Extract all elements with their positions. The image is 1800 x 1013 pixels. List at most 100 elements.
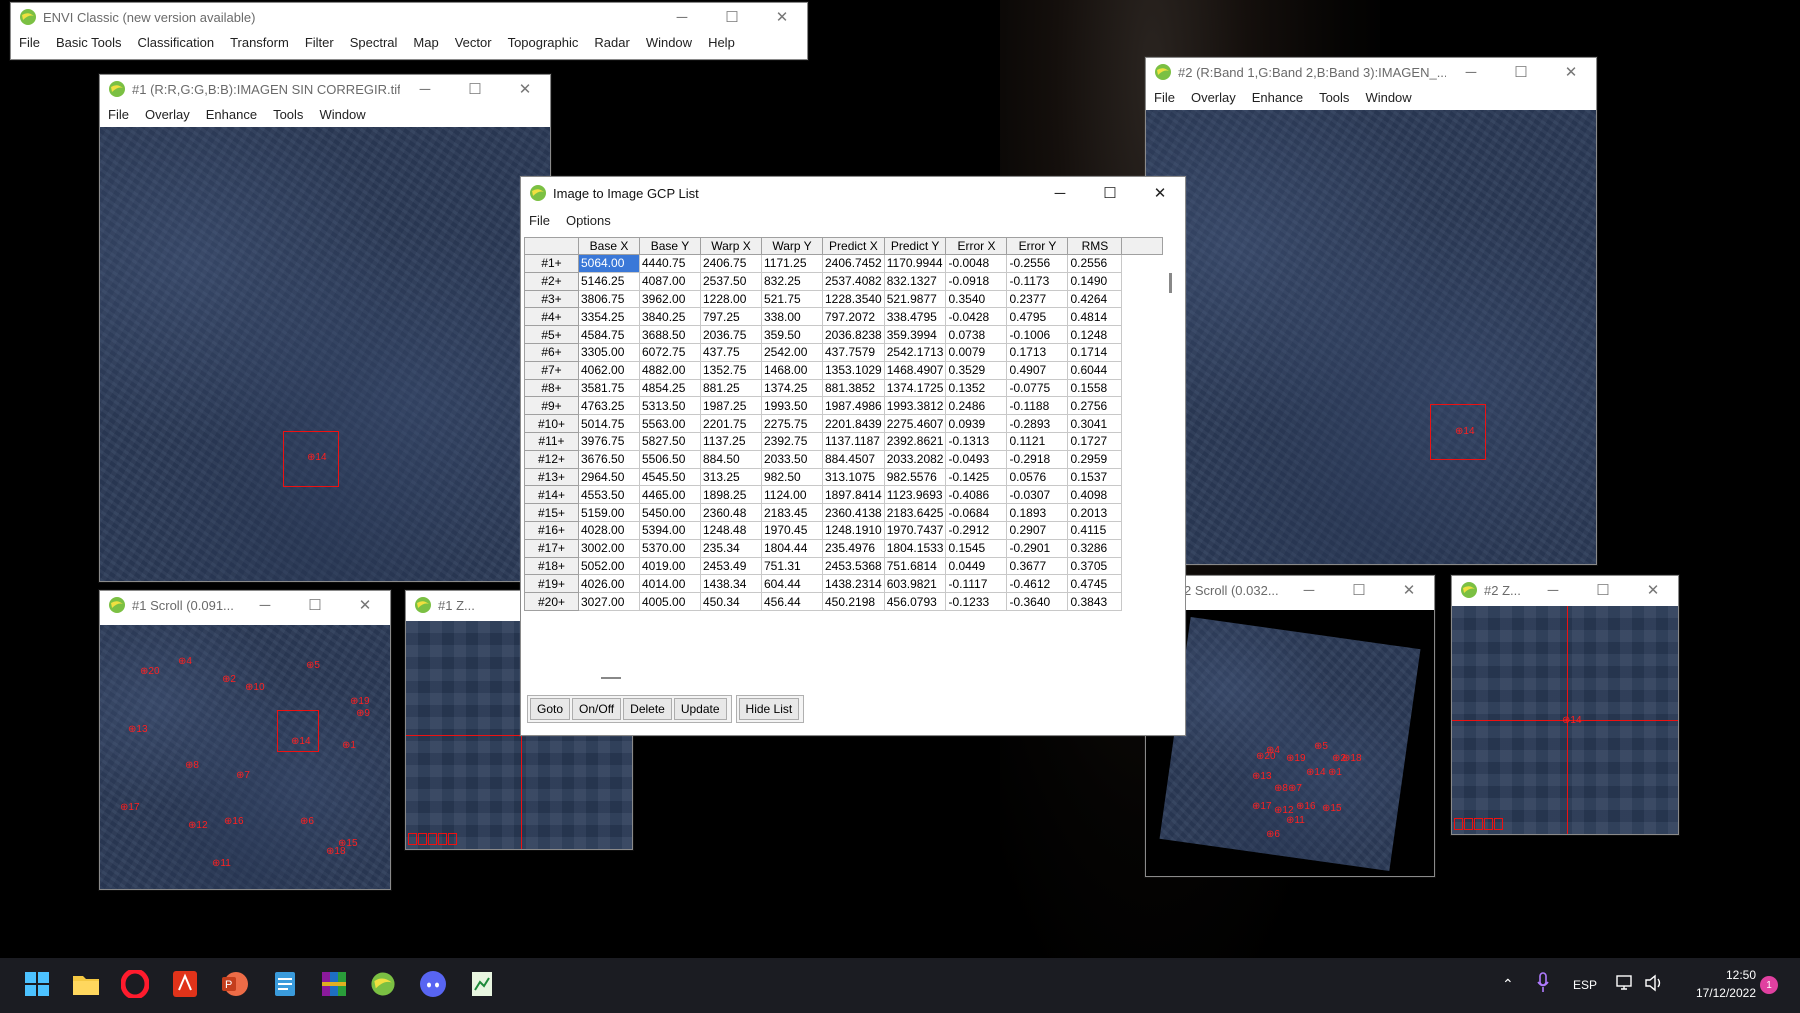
menu-overlay[interactable]: Overlay bbox=[1183, 90, 1244, 105]
delete-button[interactable]: Delete bbox=[623, 698, 672, 720]
table-cell[interactable]: 359.3994 bbox=[883, 325, 947, 344]
table-cell[interactable]: 2964.50 bbox=[578, 467, 640, 487]
table-cell[interactable]: 797.25 bbox=[700, 307, 762, 327]
row-header[interactable]: #16+ bbox=[524, 520, 579, 540]
table-cell[interactable]: 3354.25 bbox=[578, 307, 640, 327]
table-cell[interactable]: 1804.1533 bbox=[883, 538, 947, 558]
table-cell[interactable]: 1468.4907 bbox=[883, 360, 947, 380]
table-cell[interactable]: 1987.4986 bbox=[822, 396, 885, 416]
table-cell[interactable]: 2360.4138 bbox=[822, 503, 885, 522]
table-cell[interactable]: 1123.9693 bbox=[883, 485, 947, 505]
column-header[interactable]: Warp X bbox=[700, 237, 762, 255]
column-header[interactable]: Predict X bbox=[822, 237, 885, 255]
table-row[interactable]: #7+ 4062.00 4882.00 1352.75 1468.00 1353.1029… bbox=[524, 360, 1163, 380]
close-icon[interactable]: ✕ bbox=[340, 591, 390, 619]
table-cell[interactable]: 0.3529 bbox=[945, 360, 1008, 380]
table-cell[interactable]: 1228.3540 bbox=[822, 289, 885, 309]
table-cell[interactable]: 0.0576 bbox=[1006, 467, 1069, 487]
table-cell[interactable]: 1374.25 bbox=[761, 378, 823, 398]
table-cell[interactable]: 4854.25 bbox=[639, 378, 701, 398]
table-cell[interactable]: 1804.44 bbox=[761, 538, 823, 558]
table-row[interactable]: #5+ 4584.75 3688.50 2036.75 359.50 2036.8238 3… bbox=[524, 325, 1163, 344]
minimize-icon[interactable]: ─ bbox=[1284, 576, 1334, 604]
table-cell[interactable]: -0.1188 bbox=[1006, 396, 1069, 416]
table-cell[interactable]: 521.75 bbox=[761, 289, 823, 309]
table-cell[interactable]: 0.1558 bbox=[1067, 378, 1123, 398]
scroll2-view[interactable]: ⊕5 ⊕20 ⊕4 ⊕19 ⊕2 ⊕18 ⊕14 ⊕1 ⊕13 ⊕8 ⊕7 ⊕1… bbox=[1146, 610, 1434, 876]
table-cell[interactable]: 6072.75 bbox=[639, 342, 701, 362]
minimize-icon[interactable]: ─ bbox=[1446, 58, 1496, 86]
table-cell[interactable]: 751.31 bbox=[761, 556, 823, 576]
table-cell[interactable]: 5014.75 bbox=[578, 414, 640, 433]
column-header[interactable]: RMS bbox=[1067, 237, 1123, 255]
table-cell[interactable]: 4026.00 bbox=[578, 574, 640, 594]
table-row[interactable]: #2+ 5146.25 4087.00 2537.50 832.25 2537.4082 8… bbox=[524, 271, 1163, 291]
close-icon[interactable]: ✕ bbox=[500, 75, 550, 103]
zoom-controls[interactable] bbox=[1454, 818, 1503, 830]
table-cell[interactable]: 1137.1187 bbox=[822, 431, 885, 451]
table-cell[interactable]: 5370.00 bbox=[639, 538, 701, 558]
table-cell[interactable]: 2392.75 bbox=[761, 431, 823, 451]
table-cell[interactable]: 2183.45 bbox=[761, 503, 823, 522]
menu-tools[interactable]: Tools bbox=[265, 107, 311, 122]
row-header[interactable]: #15+ bbox=[524, 503, 579, 522]
table-cell[interactable]: 0.2756 bbox=[1067, 396, 1123, 416]
start-icon[interactable] bbox=[22, 969, 52, 999]
table-cell[interactable]: 881.25 bbox=[700, 378, 762, 398]
file-explorer-icon[interactable] bbox=[71, 969, 101, 999]
table-cell[interactable]: -0.2918 bbox=[1006, 449, 1069, 469]
table-cell[interactable]: 881.3852 bbox=[822, 378, 885, 398]
table-cell[interactable]: 1248.48 bbox=[700, 520, 762, 540]
menu-window[interactable]: Window bbox=[638, 35, 700, 50]
table-cell[interactable]: -0.1425 bbox=[945, 467, 1008, 487]
table-cell[interactable]: 450.34 bbox=[700, 592, 762, 611]
table-cell[interactable]: 604.44 bbox=[761, 574, 823, 594]
gcp-marker[interactable]: ⊕11 bbox=[1286, 816, 1305, 826]
table-row[interactable]: #6+ 3305.00 6072.75 437.75 2542.00 437.7579 25… bbox=[524, 342, 1163, 362]
table-cell[interactable]: 0.4264 bbox=[1067, 289, 1123, 309]
table-cell[interactable]: 0.4745 bbox=[1067, 574, 1123, 594]
gcp-marker[interactable]: ⊕14 bbox=[291, 737, 311, 747]
column-header[interactable]: Error Y bbox=[1006, 237, 1069, 255]
table-row[interactable]: #14+ 4553.50 4465.00 1898.25 1124.00 1897.841… bbox=[524, 485, 1163, 505]
goto-button[interactable]: Goto bbox=[530, 698, 571, 720]
spreadsheet-icon[interactable] bbox=[467, 969, 497, 999]
table-cell[interactable]: 456.0793 bbox=[883, 592, 947, 611]
minimize-icon[interactable]: ─ bbox=[657, 3, 707, 31]
table-cell[interactable]: -0.0307 bbox=[1006, 485, 1069, 505]
table-cell[interactable]: 0.0079 bbox=[945, 342, 1008, 362]
maximize-icon[interactable]: ☐ bbox=[707, 3, 757, 31]
row-header[interactable]: #5+ bbox=[524, 325, 579, 344]
table-cell[interactable]: 2275.4607 bbox=[883, 414, 947, 433]
table-cell[interactable]: 0.2959 bbox=[1067, 449, 1123, 469]
tray-chevron-icon[interactable]: ⌃ bbox=[1502, 976, 1514, 993]
menu-file[interactable]: File bbox=[100, 107, 137, 122]
table-cell[interactable]: 2542.00 bbox=[761, 342, 823, 362]
table-cell[interactable]: 0.1490 bbox=[1067, 271, 1123, 291]
table-cell[interactable]: -0.1173 bbox=[1006, 271, 1069, 291]
table-cell[interactable]: -0.0918 bbox=[945, 271, 1008, 291]
column-header[interactable]: Predict Y bbox=[883, 237, 947, 255]
table-cell[interactable]: 1374.1725 bbox=[883, 378, 947, 398]
table-cell[interactable]: 456.44 bbox=[761, 592, 823, 611]
table-cell[interactable]: -0.4612 bbox=[1006, 574, 1069, 594]
maximize-icon[interactable]: ☐ bbox=[1496, 58, 1546, 86]
maximize-icon[interactable]: ☐ bbox=[1334, 576, 1384, 604]
table-cell[interactable]: 0.3677 bbox=[1006, 556, 1069, 576]
notepad-icon[interactable] bbox=[270, 969, 300, 999]
close-icon[interactable]: ✕ bbox=[1135, 177, 1185, 209]
table-cell[interactable]: 1897.8414 bbox=[822, 485, 885, 505]
table-row[interactable]: #16+ 4028.00 5394.00 1248.48 1970.45 1248.191… bbox=[524, 520, 1163, 540]
menu-topographic[interactable]: Topographic bbox=[500, 35, 587, 50]
table-cell[interactable]: 3976.75 bbox=[578, 431, 640, 451]
table-cell[interactable]: 832.25 bbox=[761, 271, 823, 291]
table-cell[interactable]: 3840.25 bbox=[639, 307, 701, 327]
table-cell[interactable]: 4763.25 bbox=[578, 396, 640, 416]
column-header[interactable]: Warp Y bbox=[761, 237, 823, 255]
menu-transform[interactable]: Transform bbox=[222, 35, 297, 50]
table-cell[interactable]: 1248.1910 bbox=[822, 520, 885, 540]
maximize-icon[interactable]: ☐ bbox=[1085, 177, 1135, 209]
gcp-marker[interactable]: ⊕17 bbox=[1252, 802, 1272, 812]
table-cell[interactable]: 4062.00 bbox=[578, 360, 640, 380]
table-row[interactable]: #12+ 3676.50 5506.50 884.50 2033.50 884.4507 2… bbox=[524, 449, 1163, 469]
